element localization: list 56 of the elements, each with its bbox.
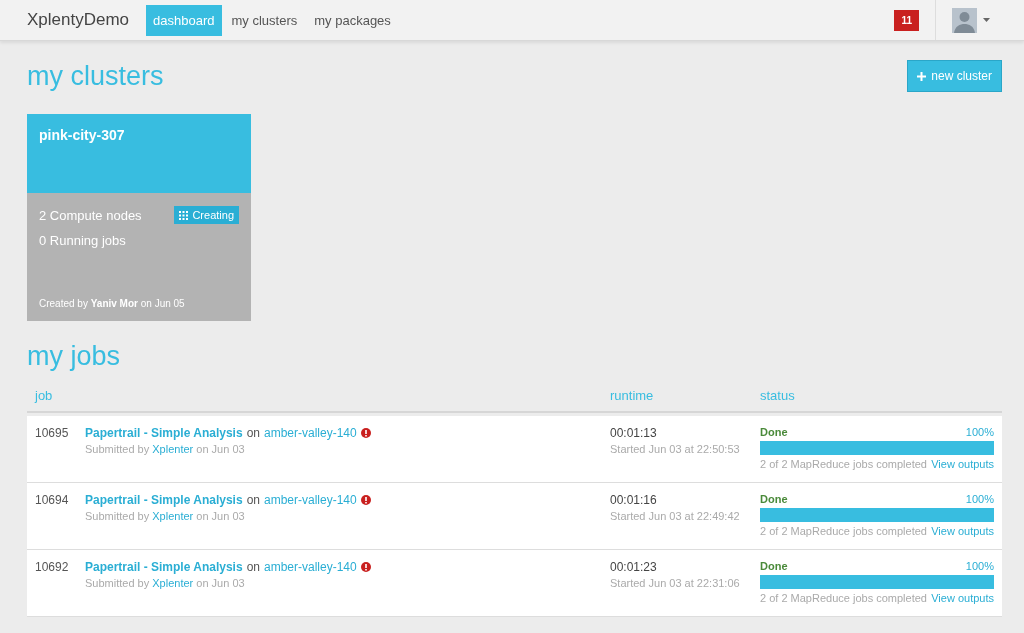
submitted-text: Submitted by Xplenter on Jun 03 <box>85 577 246 589</box>
avatar-icon <box>952 7 977 33</box>
section-title: my jobs <box>27 341 121 372</box>
submitter-link[interactable]: Xplenter <box>152 577 194 589</box>
nav-tab[interactable]: dashboard <box>146 4 222 36</box>
submitter-link[interactable]: Xplenter <box>152 510 194 522</box>
status-text: Done <box>760 493 788 505</box>
submitted-text: Submitted by Xplenter on Jun 03 <box>85 510 246 522</box>
created-by-text: Created by Yaniv Mor on Jun 05 <box>39 298 186 309</box>
percent-text: 100% <box>965 426 994 438</box>
jobs-completed-text: 2 of 2 MapReduce jobs completed <box>760 458 927 470</box>
submitted-text: Submitted by Xplenter on Jun 03 <box>85 443 246 455</box>
nav-tab[interactable]: my clusters <box>224 4 305 36</box>
view-outputs-link[interactable]: View outputs <box>931 525 994 537</box>
view-outputs-link[interactable]: View outputs <box>931 458 994 470</box>
job-id: 10695 <box>35 426 70 442</box>
new-cluster-button[interactable]: new cluster <box>907 60 1002 92</box>
column-header: status <box>760 388 796 403</box>
started-text: Started Jun 03 at 22:50:53 <box>610 443 741 455</box>
started-text: Started Jun 03 at 22:31:06 <box>610 577 741 589</box>
runtime-value: 00:01:23 <box>610 560 658 574</box>
status-text: Done <box>760 560 788 572</box>
caret-icon <box>983 18 990 22</box>
cluster-link[interactable]: amber-valley-140 <box>264 560 357 574</box>
package-link[interactable]: Papertrail - Simple Analysis <box>85 493 243 507</box>
submitter-link[interactable]: Xplenter <box>152 443 194 455</box>
runtime-value: 00:01:16 <box>610 493 658 507</box>
notification-badge[interactable]: 11 <box>894 9 919 31</box>
cluster-card-header[interactable]: pink-city-307 <box>27 114 251 193</box>
package-link[interactable]: Papertrail - Simple Analysis <box>85 560 243 574</box>
job-id: 10692 <box>35 560 70 576</box>
compute-nodes-text: 2 Compute nodes <box>39 207 142 223</box>
column-header: runtime <box>610 388 655 403</box>
cluster-link[interactable]: amber-valley-140 <box>264 426 357 440</box>
cluster-link[interactable]: amber-valley-140 <box>264 493 357 507</box>
grid-icon <box>179 210 189 220</box>
percent-text: 100% <box>965 493 994 505</box>
jobs-completed-text: 2 of 2 MapReduce jobs completed <box>760 592 927 604</box>
column-header: job <box>35 388 54 403</box>
brand-name[interactable]: XplentyDemo <box>27 10 130 30</box>
running-jobs-text: 0 Running jobs <box>39 233 126 248</box>
package-link[interactable]: Papertrail - Simple Analysis <box>85 426 243 440</box>
runtime-value: 00:01:13 <box>610 426 658 440</box>
status-text: Done <box>760 426 788 438</box>
on-text: on <box>246 426 260 440</box>
on-text: on <box>246 493 260 507</box>
nav-tab[interactable]: my packages <box>307 4 398 36</box>
view-outputs-link[interactable]: View outputs <box>931 592 994 604</box>
started-text: Started Jun 03 at 22:49:42 <box>610 510 741 522</box>
on-text: on <box>246 560 260 574</box>
percent-text: 100% <box>965 560 994 572</box>
cluster-status-badge: Creating <box>174 206 239 224</box>
jobs-completed-text: 2 of 2 MapReduce jobs completed <box>760 525 927 537</box>
plus-icon <box>917 71 927 81</box>
section-title: my clusters <box>27 60 164 92</box>
job-id: 10694 <box>35 493 70 509</box>
